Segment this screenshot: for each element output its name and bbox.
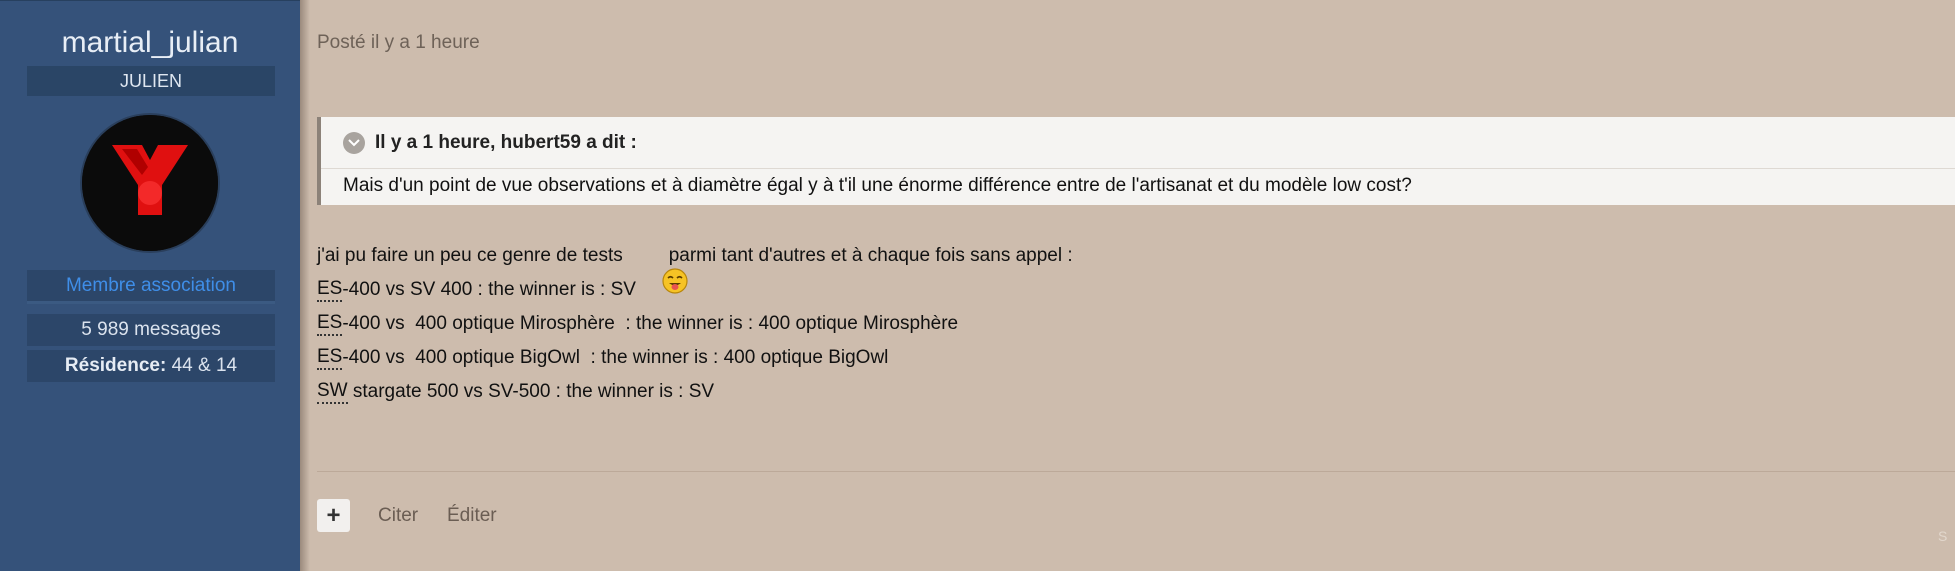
- comparison-text: -400 vs 400 optique Mirosphère : the win…: [342, 313, 959, 334]
- quote-header-text: Il y a 1 heure, hubert59 a dit :: [375, 132, 637, 153]
- edit-button[interactable]: Éditer: [447, 504, 497, 528]
- post-footer-divider: [317, 471, 1955, 472]
- quote-text: Mais d'un point de vue observations et à…: [343, 175, 1412, 196]
- quote-header[interactable]: Il y a 1 heure, hubert59 a dit :: [343, 131, 637, 155]
- post-intro-line: j'ai pu faire un peu ce genre de tests p…: [317, 244, 1073, 294]
- author-username[interactable]: martial_julian: [0, 23, 300, 63]
- comparison-abbr[interactable]: ES: [317, 312, 343, 336]
- comparison-line: SW stargate 500 vs SV-500 : the winner i…: [317, 380, 1073, 414]
- quote-block: Il y a 1 heure, hubert59 a dit : Mais d'…: [317, 117, 1955, 205]
- multiquote-button[interactable]: +: [317, 499, 350, 532]
- residence-value: 44 & 14: [171, 355, 238, 376]
- author-group[interactable]: Membre association: [27, 270, 275, 304]
- residence-label: Résidence:: [64, 355, 167, 376]
- corner-mark: S: [1938, 528, 1948, 544]
- quote-divider: [321, 168, 1955, 169]
- comparison-abbr[interactable]: SW: [317, 380, 348, 404]
- comparison-abbr[interactable]: ES: [317, 346, 343, 370]
- author-title: JULIEN: [27, 66, 275, 96]
- intro-after: parmi tant d'autres et à chaque fois san…: [668, 245, 1073, 266]
- post-date[interactable]: Posté il y a 1 heure: [317, 31, 480, 55]
- comparison-line: ES -400 vs 400 optique Mirosphère : the w…: [317, 312, 1073, 346]
- sidebar-shadow: [300, 0, 310, 571]
- tongue-out-smiley-icon: [631, 244, 689, 294]
- chevron-down-icon[interactable]: [343, 132, 365, 154]
- cite-button[interactable]: Citer: [378, 504, 418, 528]
- author-sidebar: martial_julian JULIEN Membre association…: [0, 0, 300, 571]
- author-message-count: 5 989 messages: [27, 314, 275, 346]
- comparison-line: ES -400 vs SV 400 : the winner is : SV: [317, 278, 1073, 312]
- comparison-text: -400 vs SV 400 : the winner is : SV: [342, 279, 636, 300]
- post-body: j'ai pu faire un peu ce genre de tests p…: [317, 244, 1073, 414]
- comparison-line: ES -400 vs 400 optique BigOwl : the winne…: [317, 346, 1073, 380]
- intro-before: j'ai pu faire un peu ce genre de tests: [317, 245, 623, 266]
- author-avatar[interactable]: [82, 115, 218, 251]
- comparison-text: -400 vs 400 optique BigOwl : the winner …: [342, 347, 889, 368]
- red-y-logo-icon: [82, 115, 218, 251]
- comparison-abbr[interactable]: ES: [317, 278, 343, 302]
- comparison-text: stargate 500 vs SV-500 : the winner is :…: [347, 381, 715, 402]
- author-residence: Résidence: 44 & 14: [27, 350, 275, 382]
